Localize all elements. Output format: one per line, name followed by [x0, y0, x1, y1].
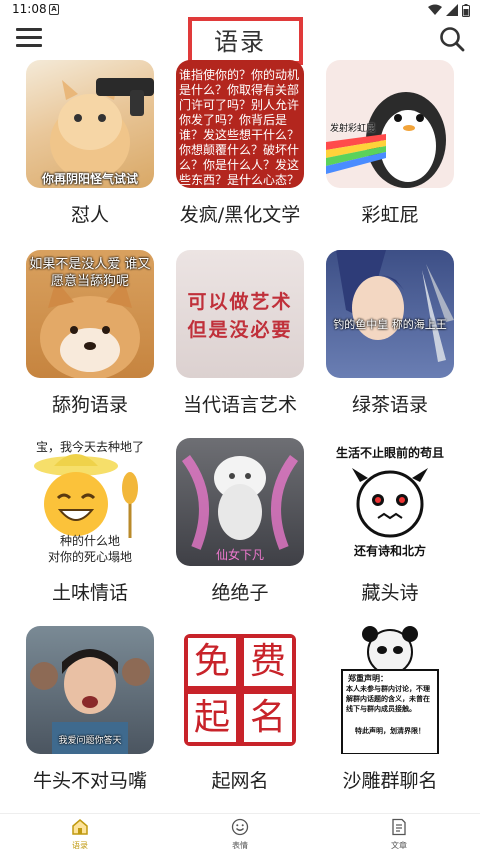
battery-icon [462, 3, 470, 17]
notice-title: 郑重声明： [348, 674, 388, 683]
category-label: 彩虹屁 [361, 204, 419, 226]
category-card-绿茶语录[interactable]: 钓的鱼中皇 称的海上王 绿茶语录 [315, 250, 465, 417]
category-card-沙雕群聊名[interactable]: 郑重声明： 本人未参与群内讨论，不理解群内话题的含义，未曾在线下与群内成员接触。… [315, 626, 465, 793]
category-card-彩虹屁[interactable]: 发射彩虹屁 彩虹屁 [315, 60, 465, 227]
category-label: 沙雕群聊名 [342, 770, 438, 792]
thumbnail-caption: 我爱问题你答天 [58, 736, 122, 746]
category-card-绝绝子[interactable]: 仙女下凡 绝绝子 [165, 438, 315, 605]
thumbnail-penguin: 发射彩虹屁 [326, 60, 454, 188]
notice-end: 特此声明，划清界限！ [355, 727, 425, 735]
thumbnail-anime: 钓的鱼中皇 称的海上王 [326, 250, 454, 378]
thumbnail-art-text: 可以做艺术 但是没必要 [176, 250, 304, 378]
app-header: 语录 [0, 17, 480, 65]
category-label: 怼人 [70, 204, 109, 226]
nav-tab-label: 语录 [72, 841, 88, 850]
seal-image: 免 费 起 名 [184, 634, 296, 746]
thumbnail-caption: 可以做艺术 但是没必要 [187, 291, 293, 341]
category-label: 土味情话 [51, 582, 128, 604]
thumbnail-seal: 免 费 起 名 [176, 626, 304, 754]
category-card-舔狗语录[interactable]: 如果不是没人爱 谁又愿意当舔狗呢 舔狗语录 [15, 250, 165, 417]
seal-char: 名 [244, 694, 292, 742]
seal-char: 免 [188, 638, 236, 686]
thumbnail-caption: 发射彩虹屁 [330, 124, 376, 134]
bottom-navigation: 语录 表情 文章 [0, 813, 480, 855]
status-icons [428, 3, 470, 17]
cat-image [50, 78, 154, 180]
category-card-怼人[interactable]: 你再阴阳怪气试试 怼人 [15, 60, 165, 227]
nav-tab-label: 文章 [391, 841, 407, 850]
search-icon [440, 27, 465, 52]
category-label: 牛头不对马嘴 [32, 770, 147, 792]
document-icon [392, 818, 406, 836]
thumbnail-cat-gun: 你再阴阳怪气试试 [26, 60, 154, 188]
thumbnail-fairy-cat: 仙女下凡 [176, 438, 304, 566]
search-button[interactable] [438, 25, 466, 53]
status-time: 11:08 [12, 2, 47, 16]
notice-body: 本人未参与群内讨论，不理解群内话题的含义，未曾在线下与群内成员接触。 [346, 685, 430, 713]
category-card-起网名[interactable]: 免 费 起 名 起网名 [165, 626, 315, 793]
category-label: 舔狗语录 [51, 394, 128, 416]
category-card-土味情话[interactable]: 宝，我今天去种地了 种的什么地 对你的死心塌地 土味情话 [15, 438, 165, 605]
nav-tab-emoji[interactable]: 表情 [210, 818, 270, 851]
category-card-藏头诗[interactable]: 生活不止眼前的苟且 还有诗和北方 藏头诗 [315, 438, 465, 605]
signal-icon [446, 4, 458, 16]
seal-char: 起 [188, 694, 236, 742]
thumbnail-caption-top: 生活不止眼前的苟且 [335, 446, 444, 460]
fairy-cat-image [181, 455, 299, 550]
notification-icon: A [49, 4, 59, 15]
category-card-当代语言艺术[interactable]: 可以做艺术 但是没必要 当代语言艺术 [165, 250, 315, 417]
thumbnail-caption-bottom: 对你的死心塌地 [47, 550, 132, 564]
thumbnail-caption: 钓的鱼中皇 称的海上王 [333, 318, 447, 331]
thumbnail-farmer-emoji: 宝，我今天去种地了 种的什么地 对你的死心塌地 [26, 438, 154, 566]
nav-tab-quotes[interactable]: 语录 [50, 818, 110, 851]
thumbnail-red-text: 谁指使你的？你的动机是什么？你取得有关部门许可了吗？别人允许你发了吗？你背后是谁… [176, 60, 304, 188]
thumbnail-caption-bottom: 还有诗和北方 [353, 544, 426, 558]
wifi-icon [428, 4, 442, 15]
seal-char: 费 [244, 638, 292, 686]
category-label: 藏头诗 [361, 582, 419, 604]
category-label: 绿茶语录 [351, 394, 428, 416]
thumbnail-shiba: 如果不是没人爱 谁又愿意当舔狗呢 [26, 250, 154, 378]
thumbnail-panda-notice: 郑重声明： 本人未参与群内讨论，不理解群内话题的含义，未曾在线下与群内成员接触。… [326, 626, 454, 754]
category-label: 发疯/黑化文学 [179, 204, 301, 226]
thumbnail-poem: 生活不止眼前的苟且 还有诗和北方 [326, 438, 454, 566]
thumbnail-caption: 仙女下凡 [215, 548, 264, 562]
category-label: 绝绝子 [211, 582, 269, 604]
nav-tab-label: 表情 [232, 841, 248, 850]
home-icon [72, 819, 88, 835]
category-label: 当代语言艺术 [182, 394, 297, 416]
category-card-发疯黑化文学[interactable]: 谁指使你的？你的动机是什么？你取得有关部门许可了吗？别人允许你发了吗？你背后是谁… [165, 60, 315, 227]
thumbnail-caption-top: 宝，我今天去种地了 [35, 440, 144, 454]
smile-icon [231, 818, 249, 836]
thumbnail-crowd: 我爱问题你答天 [26, 626, 154, 754]
thumbnail-caption: 谁指使你的？你的动机是什么？你取得有关部门许可了吗？别人允许你发了吗？你背后是谁… [179, 68, 300, 187]
thumbnail-caption: 如果不是没人爱 谁又愿意当舔狗呢 [29, 257, 151, 289]
category-card-牛头不对马嘴[interactable]: 我爱问题你答天 牛头不对马嘴 [15, 626, 165, 793]
thumbnail-caption: 你再阴阳怪气试试 [41, 172, 138, 186]
category-label: 起网名 [211, 770, 269, 792]
nav-tab-articles[interactable]: 文章 [369, 818, 429, 851]
anime-image [336, 250, 454, 362]
thumbnail-caption-mid: 种的什么地 [59, 534, 120, 548]
page-title: 语录 [214, 28, 266, 56]
